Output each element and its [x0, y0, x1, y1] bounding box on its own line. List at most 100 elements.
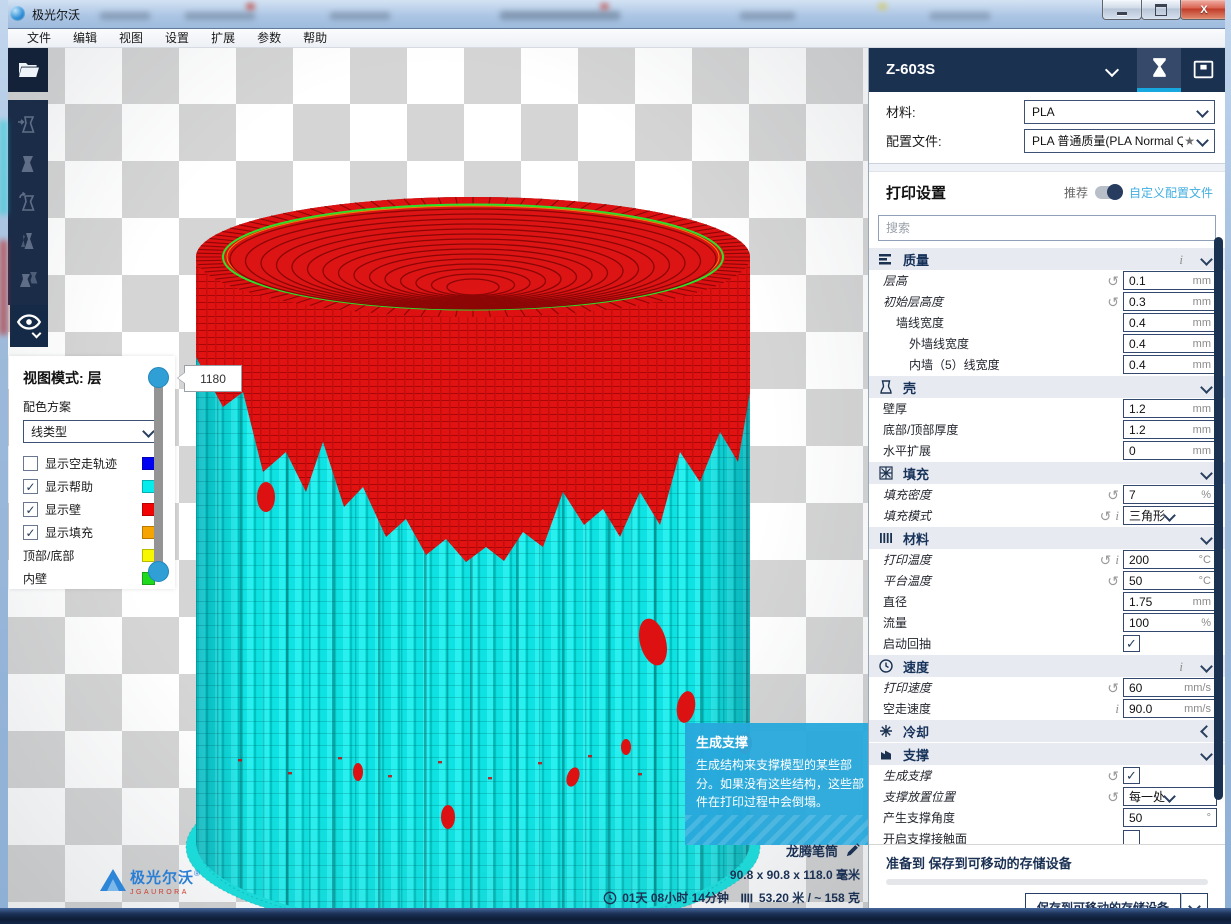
- revert-icon[interactable]: ↺: [1107, 790, 1119, 804]
- search-input[interactable]: [879, 216, 1215, 240]
- tab-prepare-slice[interactable]: [1137, 47, 1181, 92]
- section-header-speed[interactable]: 速度i: [869, 655, 1225, 677]
- custom-profile-link[interactable]: 自定义配置文件: [1129, 184, 1213, 201]
- panel-divider: [869, 164, 1225, 172]
- scrollbar-thumb[interactable]: [1214, 237, 1223, 800]
- layer-slider-handle-bottom[interactable]: [148, 561, 169, 582]
- setting-input[interactable]: 7%: [1123, 485, 1217, 504]
- mirror-tool-button[interactable]: [15, 228, 41, 254]
- setting-checkbox[interactable]: ✓: [1123, 767, 1140, 784]
- legend-checkbox[interactable]: ✓: [23, 502, 38, 517]
- per-model-settings-button[interactable]: [15, 267, 41, 293]
- revert-icon[interactable]: ↺: [1107, 574, 1119, 588]
- setting-input[interactable]: 90.0mm/s: [1123, 699, 1217, 718]
- recommended-custom-toggle[interactable]: [1095, 186, 1122, 199]
- support-tooltip-title: 生成支撑: [696, 732, 867, 751]
- frame-glass-smudge: [0, 120, 7, 215]
- menu-item[interactable]: 视图: [108, 28, 154, 47]
- revert-icon[interactable]: ↺: [1107, 274, 1119, 288]
- setting-select[interactable]: 三角形: [1123, 506, 1217, 525]
- revert-icon[interactable]: ↺: [1107, 681, 1119, 695]
- menu-item[interactable]: 扩展: [200, 28, 246, 47]
- move-tool-button[interactable]: [15, 112, 41, 138]
- setting-input[interactable]: 200°C: [1123, 550, 1217, 569]
- setting-input[interactable]: 0.4mm: [1123, 355, 1217, 374]
- info-icon: i: [1179, 253, 1183, 266]
- setting-row: 初始层高度↺0.3mm: [869, 291, 1225, 312]
- speed-icon: [878, 658, 895, 675]
- info-icon: i: [1115, 702, 1119, 715]
- title-bar[interactable]: 极光尔沃 X: [0, 0, 1231, 29]
- rotate-tool-button[interactable]: [15, 189, 41, 215]
- revert-icon[interactable]: ↺: [1100, 553, 1112, 567]
- setting-input[interactable]: 0.4mm: [1123, 334, 1217, 353]
- profile-value: PLA 普通质量(PLA Normal Qua: [1032, 132, 1183, 149]
- close-button[interactable]: X: [1180, 0, 1228, 20]
- legend-row: 显示空走轨迹: [23, 452, 161, 475]
- legend-list: 显示空走轨迹✓显示帮助✓显示壁✓显示填充顶部/底部内壁: [23, 452, 161, 590]
- revert-icon[interactable]: ↺: [1107, 488, 1119, 502]
- setting-input[interactable]: 1.75mm: [1123, 592, 1217, 611]
- edit-pencil-icon[interactable]: [845, 843, 860, 858]
- setting-controls: ✓: [1123, 635, 1217, 652]
- maximize-button[interactable]: [1141, 0, 1181, 20]
- setting-select[interactable]: 每一处: [1123, 787, 1217, 806]
- setting-input[interactable]: 0.1mm: [1123, 271, 1217, 290]
- legend-label: 显示空走轨迹: [45, 455, 117, 472]
- section-header-right: i: [1179, 660, 1211, 673]
- legend-checkbox[interactable]: ✓: [23, 525, 38, 540]
- menu-item[interactable]: 文件: [16, 28, 62, 47]
- layer-slider-handle-top[interactable]: [148, 367, 169, 388]
- menu-item[interactable]: 编辑: [62, 28, 108, 47]
- setting-unit: %: [1201, 489, 1211, 501]
- setting-input[interactable]: 0mm: [1123, 441, 1217, 460]
- scale-tool-button[interactable]: [15, 151, 41, 177]
- setting-input[interactable]: 0.4mm: [1123, 313, 1217, 332]
- setting-value: 0: [1129, 444, 1136, 458]
- menu-item[interactable]: 帮助: [292, 28, 338, 47]
- minimize-button[interactable]: [1102, 0, 1142, 20]
- setting-value: 100: [1129, 616, 1149, 630]
- setting-input[interactable]: 60mm/s: [1123, 678, 1217, 697]
- section-header-cooling[interactable]: 冷却: [869, 720, 1225, 742]
- section-header-material[interactable]: 材料: [869, 527, 1225, 549]
- tab-monitor[interactable]: [1181, 47, 1225, 92]
- menu-item[interactable]: 设置: [154, 28, 200, 47]
- revert-icon[interactable]: ↺: [1107, 769, 1119, 783]
- section-header-quality[interactable]: 质量i: [869, 248, 1225, 270]
- setting-row: 外墙线宽度0.4mm: [869, 333, 1225, 354]
- per-model-settings-icon: [16, 268, 40, 292]
- menu-bar: 文件编辑视图设置扩展参数帮助: [8, 28, 1225, 48]
- setting-input[interactable]: 0.3mm: [1123, 292, 1217, 311]
- setting-input[interactable]: 50°C: [1123, 571, 1217, 590]
- setting-checkbox[interactable]: ✓: [1123, 635, 1140, 652]
- setting-input[interactable]: 1.2mm: [1123, 420, 1217, 439]
- material-select[interactable]: PLA: [1024, 100, 1215, 124]
- section-header-support[interactable]: 支撑: [869, 743, 1225, 765]
- setting-input[interactable]: 50°: [1123, 808, 1217, 827]
- section-header-infill[interactable]: 填充: [869, 462, 1225, 484]
- revert-icon[interactable]: ↺: [1107, 295, 1119, 309]
- layer-slider-track[interactable]: [154, 378, 163, 572]
- setting-controls: ↺i200°C: [1100, 550, 1217, 569]
- section-header-shell[interactable]: 壳: [869, 376, 1225, 398]
- open-file-button[interactable]: [8, 48, 48, 92]
- menu-item[interactable]: 参数: [246, 28, 292, 47]
- revert-icon[interactable]: ↺: [1100, 509, 1112, 523]
- setting-controls: 1.2mm: [1123, 399, 1217, 418]
- setting-input[interactable]: 100%: [1123, 613, 1217, 632]
- legend-checkbox[interactable]: [23, 456, 38, 471]
- view-mode-button[interactable]: [10, 305, 48, 347]
- toggle-knob: [1107, 184, 1123, 200]
- profile-select[interactable]: PLA 普通质量(PLA Normal Qua ★: [1024, 129, 1215, 153]
- legend-checkbox[interactable]: ✓: [23, 479, 38, 494]
- titlebar-glass-smudge: [600, 3, 609, 10]
- setting-input[interactable]: 1.2mm: [1123, 399, 1217, 418]
- setting-controls: ↺i三角形: [1100, 506, 1217, 525]
- layer-number-tooltip: 1180: [184, 365, 242, 392]
- color-scheme-select[interactable]: 线类型: [23, 420, 161, 443]
- printer-header[interactable]: Z-603S: [869, 47, 1225, 92]
- viewport-3d[interactable]: 视图模式: 层 配色方案 线类型 显示空走轨迹✓显示帮助✓显示壁✓显示填充顶部/…: [8, 47, 868, 908]
- windows-taskbar[interactable]: [0, 908, 1231, 924]
- material-card: 材料: PLA 配置文件: PLA 普通质量(PLA Normal Qua ★: [869, 92, 1225, 164]
